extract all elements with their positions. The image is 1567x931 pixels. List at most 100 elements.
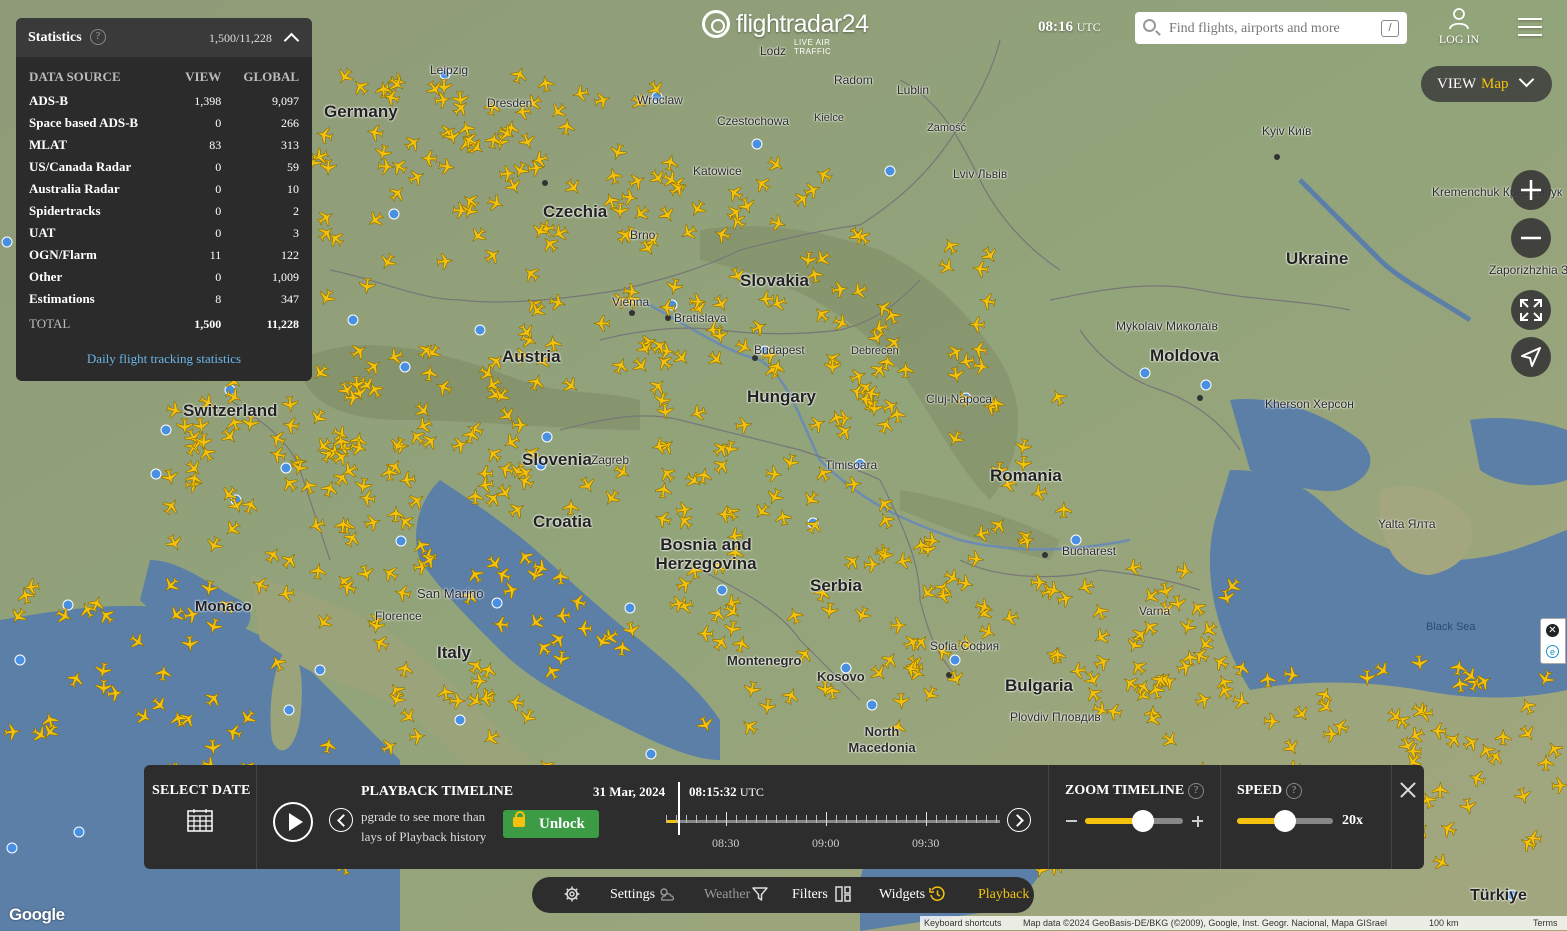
playback-timezone: UTC: [739, 785, 764, 799]
map-label-city: Budapest: [754, 343, 805, 357]
user-icon: [1449, 8, 1469, 30]
login-button[interactable]: LOG IN: [1434, 8, 1484, 48]
gear-icon: [564, 886, 580, 902]
filters-button[interactable]: Filters: [752, 887, 828, 903]
playback-date: 31 Mar, 2024: [593, 784, 666, 799]
stats-cell-view: 0: [215, 269, 222, 284]
map-label-hungary: Hungary: [747, 387, 816, 406]
speed-slider[interactable]: [1237, 810, 1333, 832]
map-label-city: Radom: [834, 73, 873, 87]
flightradar24-logo[interactable]: flightradar24 LIVE AIR TRAFFIC: [700, 8, 870, 56]
map-label-city: Bratislava: [674, 311, 727, 325]
stats-cell-global: 10: [287, 181, 299, 196]
daily-stats-link[interactable]: Daily flight tracking statistics: [16, 351, 312, 367]
map-label-city: Vienna: [612, 295, 650, 309]
unlock-button[interactable]: Unlock: [503, 810, 599, 838]
stats-cell-view: 0: [215, 159, 222, 174]
weather-button[interactable]: Weather: [658, 887, 750, 903]
statistics-header[interactable]: Statistics ? 1,500/11,228: [16, 18, 312, 57]
search-icon: [1143, 19, 1156, 32]
map-label-city: Cluj-Napoca: [926, 392, 993, 406]
playback-time-value: 08:15:32: [689, 784, 737, 799]
stats-cell-global: 1,009: [272, 269, 299, 284]
lock-icon: [513, 811, 525, 827]
fullscreen-button[interactable]: [1511, 290, 1551, 330]
zoom-in-button[interactable]: [1511, 170, 1551, 210]
keyboard-shortcuts-link[interactable]: Keyboard shortcuts: [924, 916, 1002, 930]
map-label-kosovo: Kosovo: [817, 669, 865, 684]
map-label-city: Sofia София: [930, 639, 1000, 653]
timeline-cursor[interactable]: [678, 782, 681, 835]
zoom-timeline-minus-icon[interactable]: [1066, 820, 1077, 822]
zoom-timeline-slider[interactable]: [1085, 810, 1183, 832]
view-mode-dropdown[interactable]: VIEW Map: [1421, 66, 1552, 102]
zoom-out-button[interactable]: [1511, 218, 1551, 258]
map-data-credit: Map data ©2024 GeoBasis-DE/BKG (©2009), …: [1023, 918, 1387, 928]
zoom-timeline-plus-icon[interactable]: [1192, 815, 1203, 827]
map-label-ukraine: Ukraine: [1286, 249, 1349, 268]
stats-cell-global: 313: [281, 137, 299, 152]
widgets-button[interactable]: Widgets: [835, 886, 926, 903]
playback-time: 08:15:32 UTC: [689, 784, 764, 800]
table-row: Australia Radar 0 10: [26, 178, 302, 200]
map-label-city: Yalta Ялта: [1378, 517, 1436, 531]
playback-panel: SELECT DATE PLAYBACK TIMELINE 31 Mar, 20…: [144, 765, 1424, 869]
map-label-slovenia: Slovenia: [522, 450, 592, 469]
statistics-panel: Statistics ? 1,500/11,228 DATA SOURCE VI…: [16, 18, 312, 381]
map-label-romania: Romania: [990, 466, 1062, 485]
speed-slider-knob[interactable]: [1274, 810, 1296, 832]
stats-cell-view: 0: [215, 225, 222, 240]
stats-cell-source: Space based ADS-B: [29, 115, 139, 130]
timeline-tick-label: 08:30: [712, 836, 740, 850]
play-button[interactable]: [273, 802, 313, 842]
search-box[interactable]: /: [1135, 12, 1407, 44]
map-label-austria: Austria: [502, 347, 561, 366]
timeline-tick-label: 09:00: [812, 836, 840, 850]
stats-cell-source: Australia Radar: [29, 181, 120, 196]
stats-cell-source: OGN/Flarm: [29, 247, 97, 262]
step-back-button[interactable]: [329, 808, 353, 832]
upgrade-message-line1: pgrade to see more than: [361, 809, 486, 824]
playback-button[interactable]: Playback: [929, 886, 1029, 903]
plus-icon: [1521, 180, 1541, 200]
total-label: TOTAL: [29, 316, 71, 331]
stats-cell-source: Estimations: [29, 291, 95, 306]
help-icon[interactable]: ?: [90, 29, 106, 45]
widgets-label: Widgets: [879, 887, 926, 902]
select-date-label: SELECT DATE: [152, 783, 251, 798]
stats-cell-view: 0: [215, 203, 222, 218]
zoom-timeline-text: ZOOM TIMELINE: [1065, 783, 1185, 798]
table-row: ADS-B 1,398 9,097: [26, 90, 302, 112]
map-label-city: Katowice: [693, 164, 742, 178]
map-label-moldova: Moldova: [1150, 346, 1219, 365]
statistics-count: 1,500/11,228: [209, 31, 272, 45]
map-label-slovakia: Slovakia: [740, 271, 809, 290]
ad-info-icon[interactable]: e: [1546, 645, 1559, 658]
locate-me-button[interactable]: [1511, 337, 1551, 377]
close-icon[interactable]: [1398, 780, 1418, 800]
zoom-slider-knob[interactable]: [1131, 810, 1154, 832]
map-label-switzerland: Switzerland: [183, 401, 278, 420]
widgets-icon: [835, 886, 851, 902]
timeline-tick-label: 09:30: [912, 836, 940, 850]
chevron-up-icon[interactable]: [283, 32, 300, 49]
stats-cell-global: 2: [293, 203, 299, 218]
map-label-city: Lviv Львів: [953, 167, 1008, 181]
stats-cell-view: 11: [209, 247, 222, 262]
column-header: DATA SOURCE: [29, 69, 121, 84]
clock-timezone: UTC: [1076, 20, 1101, 34]
help-icon[interactable]: ?: [1188, 783, 1204, 799]
help-icon[interactable]: ?: [1286, 783, 1302, 799]
ad-widget[interactable]: ✕ e: [1540, 618, 1566, 664]
hamburger-menu-icon[interactable]: [1518, 18, 1542, 38]
step-forward-button[interactable]: [1007, 808, 1031, 832]
search-input[interactable]: [1167, 18, 1381, 40]
map-label-city: Florence: [375, 609, 422, 623]
settings-button[interactable]: Settings: [564, 886, 655, 903]
terms-link[interactable]: Terms: [1533, 916, 1558, 930]
calendar-icon[interactable]: [187, 808, 213, 832]
close-icon[interactable]: ✕: [1546, 624, 1559, 637]
map-label-city: Plovdiv Пловдив: [1010, 710, 1101, 724]
logo-tagline: LIVE AIR TRAFFIC: [794, 38, 832, 56]
statistics-title: Statistics: [28, 30, 82, 45]
